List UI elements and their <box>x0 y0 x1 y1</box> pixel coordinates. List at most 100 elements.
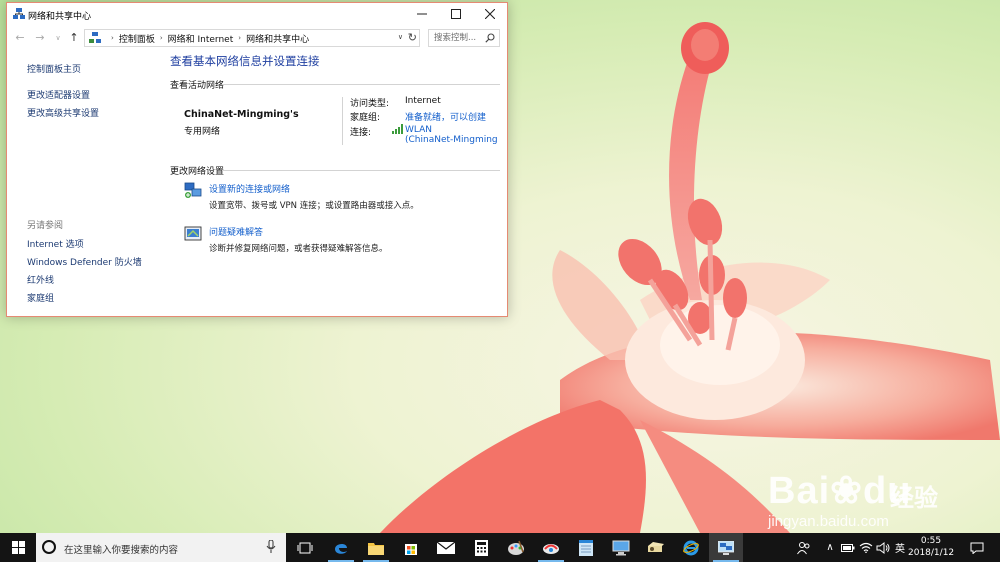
breadcrumb-control-panel[interactable]: 控制面板 <box>119 32 155 45</box>
taskbar-paint-button[interactable] <box>499 533 533 562</box>
control-panel-home-link[interactable]: 控制面板主页 <box>27 62 81 75</box>
infrared-link[interactable]: 红外线 <box>27 273 54 286</box>
minimize-icon <box>417 13 427 15</box>
cortana-search-box[interactable]: 在这里输入你要搜索的内容 <box>36 533 286 562</box>
search-placeholder: 搜索控制... <box>434 33 477 43</box>
wlan-connection-link[interactable]: WLAN (ChinaNet-Mingming <box>405 125 498 145</box>
close-icon <box>485 9 495 19</box>
projector-icon <box>648 541 664 552</box>
battery-button[interactable] <box>840 533 856 562</box>
action-center-button[interactable] <box>962 533 992 562</box>
recent-locations-chevron-icon[interactable]: ∨ <box>51 31 65 45</box>
access-type-label: 访问类型: <box>350 99 390 109</box>
task-view-button[interactable] <box>288 533 322 562</box>
vertical-divider <box>342 97 343 145</box>
back-arrow-icon[interactable]: ← <box>13 31 27 45</box>
title-bar[interactable]: 网络和共享中心 <box>7 3 507 25</box>
network-type: 专用网络 <box>184 127 221 137</box>
connections-label: 连接: <box>350 128 372 138</box>
taskbar-ie-button[interactable] <box>674 533 708 562</box>
show-hidden-icons-button[interactable]: ∧ <box>822 533 838 562</box>
people-button[interactable] <box>795 533 813 562</box>
search-icon <box>485 33 495 43</box>
mail-icon <box>437 541 455 554</box>
troubleshoot-problems-link[interactable]: 问题疑难解答 <box>209 225 263 238</box>
change-advanced-sharing-link[interactable]: 更改高级共享设置 <box>27 106 99 119</box>
breadcrumb-separator-icon: › <box>238 34 242 42</box>
taskbar-projector-button[interactable] <box>639 533 673 562</box>
taskbar-calculator-button[interactable] <box>464 533 498 562</box>
start-button[interactable] <box>0 533 36 562</box>
speaker-icon <box>876 541 890 554</box>
breadcrumb-network-internet[interactable]: 网络和 Internet <box>168 32 234 45</box>
taskbar: 在这里输入你要搜索的内容 ∧ 英 0:55 2018/1/12 <box>0 533 1000 562</box>
taskbar-app-button[interactable] <box>534 533 568 562</box>
internet-options-link[interactable]: Internet 选项 <box>27 237 84 250</box>
new-connection-icon <box>184 182 202 198</box>
see-also-heading: 另请参阅 <box>27 221 64 231</box>
input-method-button[interactable]: 英 <box>892 533 908 562</box>
homegroup-ready-link[interactable]: 准备就绪，可以创建 <box>405 110 486 123</box>
ime-indicator: 英 <box>895 544 905 555</box>
troubleshoot-icon <box>184 226 202 241</box>
control-panel-icon <box>89 32 101 43</box>
setup-new-connection-link[interactable]: 设置新的连接或网络 <box>209 182 290 195</box>
breadcrumb-network-sharing-center[interactable]: 网络和共享中心 <box>246 32 309 45</box>
windows-defender-firewall-link[interactable]: Windows Defender 防火墙 <box>27 255 142 268</box>
windows-logo-icon <box>11 541 25 554</box>
people-icon <box>797 541 810 554</box>
wifi-signal-icon <box>392 124 403 134</box>
address-dropdown-icon[interactable]: ∨ <box>398 33 403 41</box>
change-adapter-settings-link[interactable]: 更改适配器设置 <box>27 88 90 101</box>
paw-icon: ❀ <box>830 470 863 512</box>
taskbar-network-center-button[interactable] <box>709 533 743 562</box>
network-name: ChinaNet-Mingming's <box>184 109 299 120</box>
network-sharing-center-window: 网络和共享中心 ← → ∨ ↑ › 控制面板 › 网络和 Internet › … <box>6 2 508 317</box>
wifi-tray-button[interactable] <box>858 533 874 562</box>
breadcrumb-separator-icon: › <box>111 34 114 42</box>
monitor-icon <box>612 540 630 555</box>
maximize-button[interactable] <box>439 3 473 25</box>
refresh-icon[interactable]: ↻ <box>408 31 417 44</box>
homegroup-link[interactable]: 家庭组 <box>27 291 54 304</box>
troubleshoot-problems-desc: 诊断并修复网络问题，或者获得疑难解答信息。 <box>209 244 388 254</box>
clock[interactable]: 0:55 2018/1/12 <box>908 535 954 559</box>
navigation-bar: ← → ∨ ↑ › 控制面板 › 网络和 Internet › 网络和共享中心 … <box>7 26 507 50</box>
search-input[interactable]: 搜索控制... <box>428 29 500 47</box>
section-divider <box>222 84 500 85</box>
forward-arrow-icon[interactable]: → <box>33 31 47 45</box>
network-center-taskbar-icon <box>718 540 734 555</box>
setup-new-connection-desc: 设置宽带、拨号或 VPN 连接；或设置路由器或接入点。 <box>209 201 419 211</box>
store-icon <box>405 543 417 555</box>
minimize-button[interactable] <box>405 3 439 25</box>
paint-palette-icon <box>508 540 524 555</box>
address-bar[interactable]: › 控制面板 › 网络和 Internet › 网络和共享中心 ∨ ↻ <box>84 29 420 47</box>
window-title: 网络和共享中心 <box>28 12 92 22</box>
clock-time: 0:55 <box>920 536 942 546</box>
taskbar-edge-button[interactable] <box>324 533 358 562</box>
folder-icon <box>368 542 384 555</box>
task-view-icon <box>297 542 313 553</box>
baidu-watermark: Bai❀du 经验 jingyan.baidu.com <box>762 458 997 533</box>
watermark-url: jingyan.baidu.com <box>768 513 889 530</box>
homegroup-label: 家庭组: <box>350 113 381 123</box>
close-button[interactable] <box>473 3 507 25</box>
change-network-settings-heading: 更改网络设置 <box>170 167 225 177</box>
colorful-app-icon <box>543 543 559 554</box>
taskbar-notepad-button[interactable] <box>569 533 603 562</box>
taskbar-explorer-button[interactable] <box>359 533 393 562</box>
page-title: 查看基本网络信息并设置连接 <box>170 54 320 68</box>
cortana-search-placeholder: 在这里输入你要搜索的内容 <box>64 545 179 556</box>
microphone-icon[interactable] <box>266 540 276 554</box>
active-networks-heading: 查看活动网络 <box>170 81 225 91</box>
volume-button[interactable] <box>875 533 891 562</box>
clock-date: 2018/1/12 <box>908 548 955 558</box>
calculator-icon <box>474 539 488 556</box>
wlan-connection-line2: (ChinaNet-Mingming <box>405 135 498 145</box>
maximize-icon <box>451 9 461 19</box>
taskbar-store-button[interactable] <box>394 533 428 562</box>
notification-icon <box>970 542 984 554</box>
up-arrow-icon[interactable]: ↑ <box>67 31 81 45</box>
taskbar-remote-desktop-button[interactable] <box>604 533 638 562</box>
taskbar-mail-button[interactable] <box>429 533 463 562</box>
